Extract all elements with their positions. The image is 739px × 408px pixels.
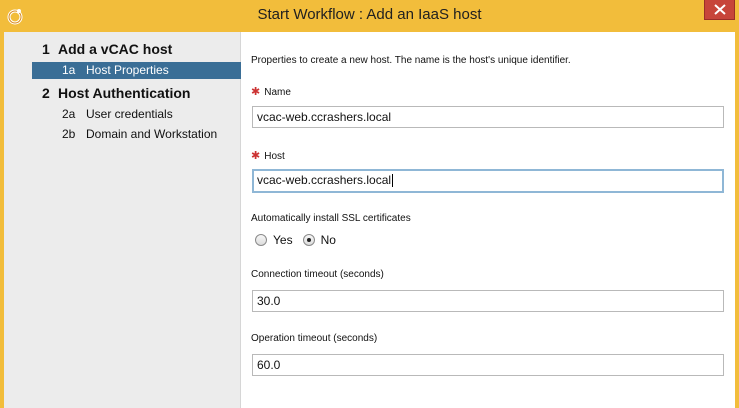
substep-host-properties[interactable]: 1a Host Properties: [32, 62, 241, 79]
title-bar: Start Workflow : Add an IaaS host: [0, 0, 739, 32]
form-panel: Properties to create a new host. The nam…: [241, 32, 739, 408]
step-1-title[interactable]: 1 Add a vCAC host: [42, 41, 172, 57]
substep-domain-and-workstation[interactable]: 2b Domain and Workstation: [32, 126, 241, 143]
ssl-no-radio[interactable]: [302, 234, 315, 246]
name-field[interactable]: vcac-web.ccrashers.local: [252, 106, 724, 128]
window-title: Start Workflow : Add an IaaS host: [257, 6, 482, 23]
text-caret: [392, 174, 394, 188]
operation-timeout-label: Operation timeout (seconds): [251, 333, 378, 344]
name-label: ✱ Name: [251, 86, 291, 98]
close-icon: [714, 4, 726, 15]
form-description: Properties to create a new host. The nam…: [251, 55, 571, 66]
close-button[interactable]: [704, 0, 735, 20]
ssl-no-label[interactable]: No: [321, 233, 336, 247]
required-star-icon: ✱: [251, 150, 261, 162]
ssl-yes-radio[interactable]: [255, 234, 267, 246]
connection-timeout-label: Connection timeout (seconds): [251, 269, 384, 280]
wizard-steps-sidebar: 1 Add a vCAC host 1a Host Properties 2 Host…: [0, 32, 241, 408]
ssl-radio-group: Yes No: [255, 233, 346, 247]
window-frame-right: [735, 32, 739, 408]
window-frame-left: [0, 32, 4, 408]
substep-user-credentials[interactable]: 2a User credentials: [32, 106, 241, 123]
host-field[interactable]: vcac-web.ccrashers.local: [252, 169, 724, 193]
operation-timeout-field[interactable]: 60.0: [252, 354, 724, 376]
connection-timeout-field[interactable]: 30.0: [252, 290, 724, 312]
ssl-label: Automatically install SSL certificates: [251, 213, 411, 224]
required-star-icon: ✱: [251, 86, 261, 98]
ssl-yes-label[interactable]: Yes: [273, 233, 293, 247]
step-2-title[interactable]: 2 Host Authentication: [42, 85, 190, 101]
host-label: ✱ Host: [251, 150, 285, 162]
